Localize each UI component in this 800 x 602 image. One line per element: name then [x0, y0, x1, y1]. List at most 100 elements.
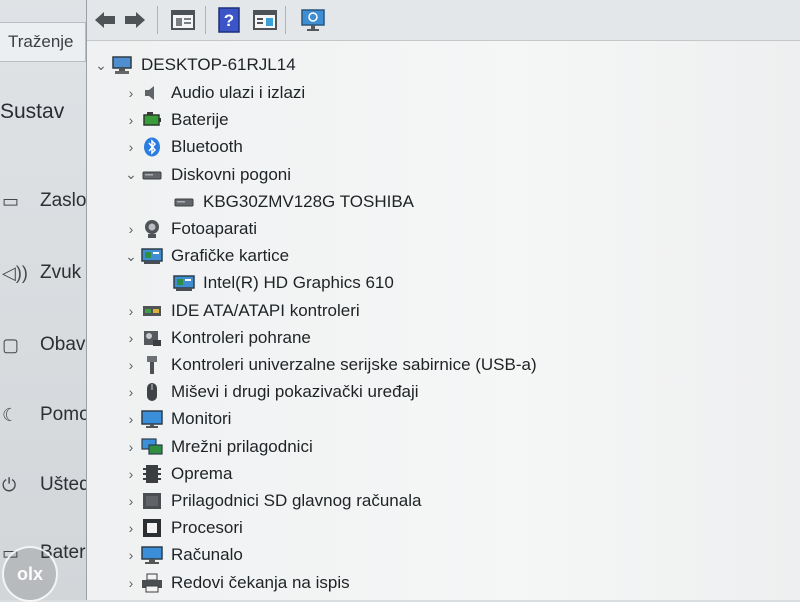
tree-category[interactable]: › Kontroleri univerzalne serijske sabirni…	[121, 352, 537, 378]
chevron-down-icon[interactable]: ⌄	[121, 248, 141, 265]
computer-icon	[111, 55, 133, 75]
bluetooth-icon	[141, 137, 163, 157]
usb-icon	[141, 355, 163, 375]
toolbar-separator	[157, 6, 158, 34]
chevron-right-icon[interactable]: ›	[121, 357, 141, 373]
tree-device[interactable]: KBG30ZMV128G TOSHIBA	[173, 189, 414, 215]
settings-item-label: Pomo	[40, 404, 90, 425]
tree-category[interactable]: › Miševi i drugi pokazivački uređaji	[121, 379, 419, 405]
tree-category-label: Audio ulazi i izlazi	[171, 83, 306, 102]
tree-category-label: IDE ATA/ATAPI kontroleri	[171, 300, 360, 320]
chevron-right-icon[interactable]: ›	[121, 112, 141, 128]
tree-category[interactable]: › Prilagodnici SD glavnog računala	[121, 488, 422, 514]
computer-icon	[141, 545, 163, 565]
tree-category-label: Diskovni pogoni	[171, 164, 292, 184]
settings-heading: Sustav	[0, 100, 65, 123]
olx-logo: olx	[2, 546, 58, 602]
svg-text:?: ?	[224, 11, 234, 30]
tree-device-label: KBG30ZMV128G TOSHIBA	[203, 191, 415, 211]
chevron-right-icon[interactable]: ›	[121, 575, 141, 591]
sd-host-icon	[141, 491, 163, 511]
tree-category-label: Kontroleri pohrane	[171, 327, 311, 347]
tree-category[interactable]: › Oprema	[121, 461, 232, 487]
device-tree: ⌄ DESKTOP-61RJL14 › Audio ulazi i izlazi ›…	[87, 48, 800, 600]
print-queue-icon	[141, 573, 163, 593]
chevron-down-icon[interactable]: ⌄	[91, 57, 111, 74]
device-manager-window: ? ⌄ DESKTOP-61RJL14 › Audio ulazi i izlaz…	[86, 0, 800, 600]
tree-root[interactable]: ⌄ DESKTOP-61RJL14	[91, 52, 296, 78]
tree-category[interactable]: › Fotoaparati	[121, 216, 257, 242]
monitor-icon	[141, 409, 163, 429]
chevron-right-icon[interactable]: ›	[121, 139, 141, 155]
settings-item-focus[interactable]: ☾ Pomo	[0, 400, 92, 430]
tree-category[interactable]: › Redovi čekanja na ispis	[121, 570, 350, 596]
settings-item-display[interactable]: ▭ Zaslon	[0, 186, 92, 216]
chevron-right-icon[interactable]: ›	[121, 547, 141, 563]
view-icon[interactable]	[251, 6, 279, 34]
settings-item-label: Zaslon	[40, 190, 92, 211]
watermark-text: olx	[16, 563, 43, 584]
tree-device-label: Intel(R) HD Graphics 610	[203, 273, 394, 293]
tree-category[interactable]: › Monitori	[121, 406, 231, 432]
tree-category[interactable]: › Kontroleri pohrane	[121, 325, 311, 351]
scan-icon[interactable]	[299, 6, 327, 34]
disk-drive-icon	[173, 192, 195, 212]
tree-category-label: Mrežni prilagodnici	[171, 436, 313, 456]
tree-category[interactable]: › Mrežni prilagodnici	[121, 434, 313, 460]
tree-category-label: Redovi čekanja na ispis	[171, 572, 350, 592]
chevron-right-icon[interactable]: ›	[121, 221, 141, 237]
chevron-right-icon[interactable]: ›	[121, 384, 141, 400]
settings-item-sound[interactable]: ◁)) Zvuk	[0, 258, 92, 288]
chevron-right-icon[interactable]: ›	[121, 330, 141, 346]
power-icon: ⏻	[2, 474, 17, 495]
tree-category-label: Prilagodnici SD glavnog računala	[171, 491, 422, 510]
toolbar-separator	[205, 6, 206, 34]
camera-icon	[141, 219, 163, 239]
tree-category-label: Računalo	[171, 545, 243, 565]
display-adapter-icon	[173, 273, 195, 293]
tree-category-label: Fotoaparati	[171, 219, 257, 238]
tree-category-label: Miševi i drugi pokazivački uređaji	[171, 382, 419, 402]
settings-item-power[interactable]: ⏻ Ušted	[0, 470, 92, 500]
forward-icon[interactable]	[121, 6, 149, 34]
processor-icon	[141, 518, 163, 538]
tree-category[interactable]: › Baterije	[121, 107, 229, 133]
settings-item-label: Obav	[40, 334, 86, 355]
settings-item-label: Zvuk	[40, 262, 82, 283]
tree-category-label: Oprema	[171, 463, 233, 483]
chevron-right-icon[interactable]: ›	[121, 411, 141, 427]
tree-device[interactable]: Intel(R) HD Graphics 610	[173, 270, 394, 296]
speaker-icon: ◁))	[2, 262, 28, 283]
tree-category[interactable]: › IDE ATA/ATAPI kontroleri	[121, 298, 360, 324]
tree-category-label: Grafičke kartice	[171, 246, 290, 266]
back-icon[interactable]	[91, 6, 119, 34]
chevron-right-icon[interactable]: ›	[121, 520, 141, 536]
help-icon[interactable]: ?	[215, 6, 243, 34]
chevron-right-icon[interactable]: ›	[121, 493, 141, 509]
chevron-right-icon[interactable]: ›	[121, 85, 141, 101]
storage-controller-icon	[141, 328, 163, 348]
chevron-right-icon[interactable]: ›	[121, 466, 141, 482]
chevron-right-icon[interactable]: ›	[121, 303, 141, 319]
monitor-icon: ▭	[2, 190, 20, 211]
network-adapter-icon	[141, 437, 163, 457]
notification-icon: ▢	[2, 334, 20, 355]
chevron-down-icon[interactable]: ⌄	[121, 166, 141, 183]
properties-icon[interactable]	[169, 6, 197, 34]
tree-category-label: Baterije	[171, 110, 229, 130]
settings-item-notifications[interactable]: ▢ Obav	[0, 330, 92, 360]
tree-category[interactable]: ⌄ Diskovni pogoni	[121, 162, 291, 188]
tree-root-label: DESKTOP-61RJL14	[141, 55, 296, 74]
tree-category[interactable]: › Računalo	[121, 542, 243, 568]
ide-controller-icon	[141, 301, 163, 321]
audio-icon	[141, 83, 163, 103]
settings-window: Traženje Sustav ▭ Zaslon ◁)) Zvuk ▢ Obav…	[0, 0, 100, 600]
tree-category[interactable]: ⌄ Grafičke kartice	[121, 243, 289, 269]
tree-category[interactable]: › Bluetooth	[121, 134, 243, 160]
tree-category[interactable]: › Procesori	[121, 515, 243, 541]
tree-category[interactable]: › Audio ulazi i izlazi	[121, 80, 306, 106]
chevron-right-icon[interactable]: ›	[121, 439, 141, 455]
disk-drive-icon	[141, 165, 163, 185]
search-box[interactable]: Traženje	[0, 22, 86, 62]
firmware-icon	[141, 464, 163, 484]
